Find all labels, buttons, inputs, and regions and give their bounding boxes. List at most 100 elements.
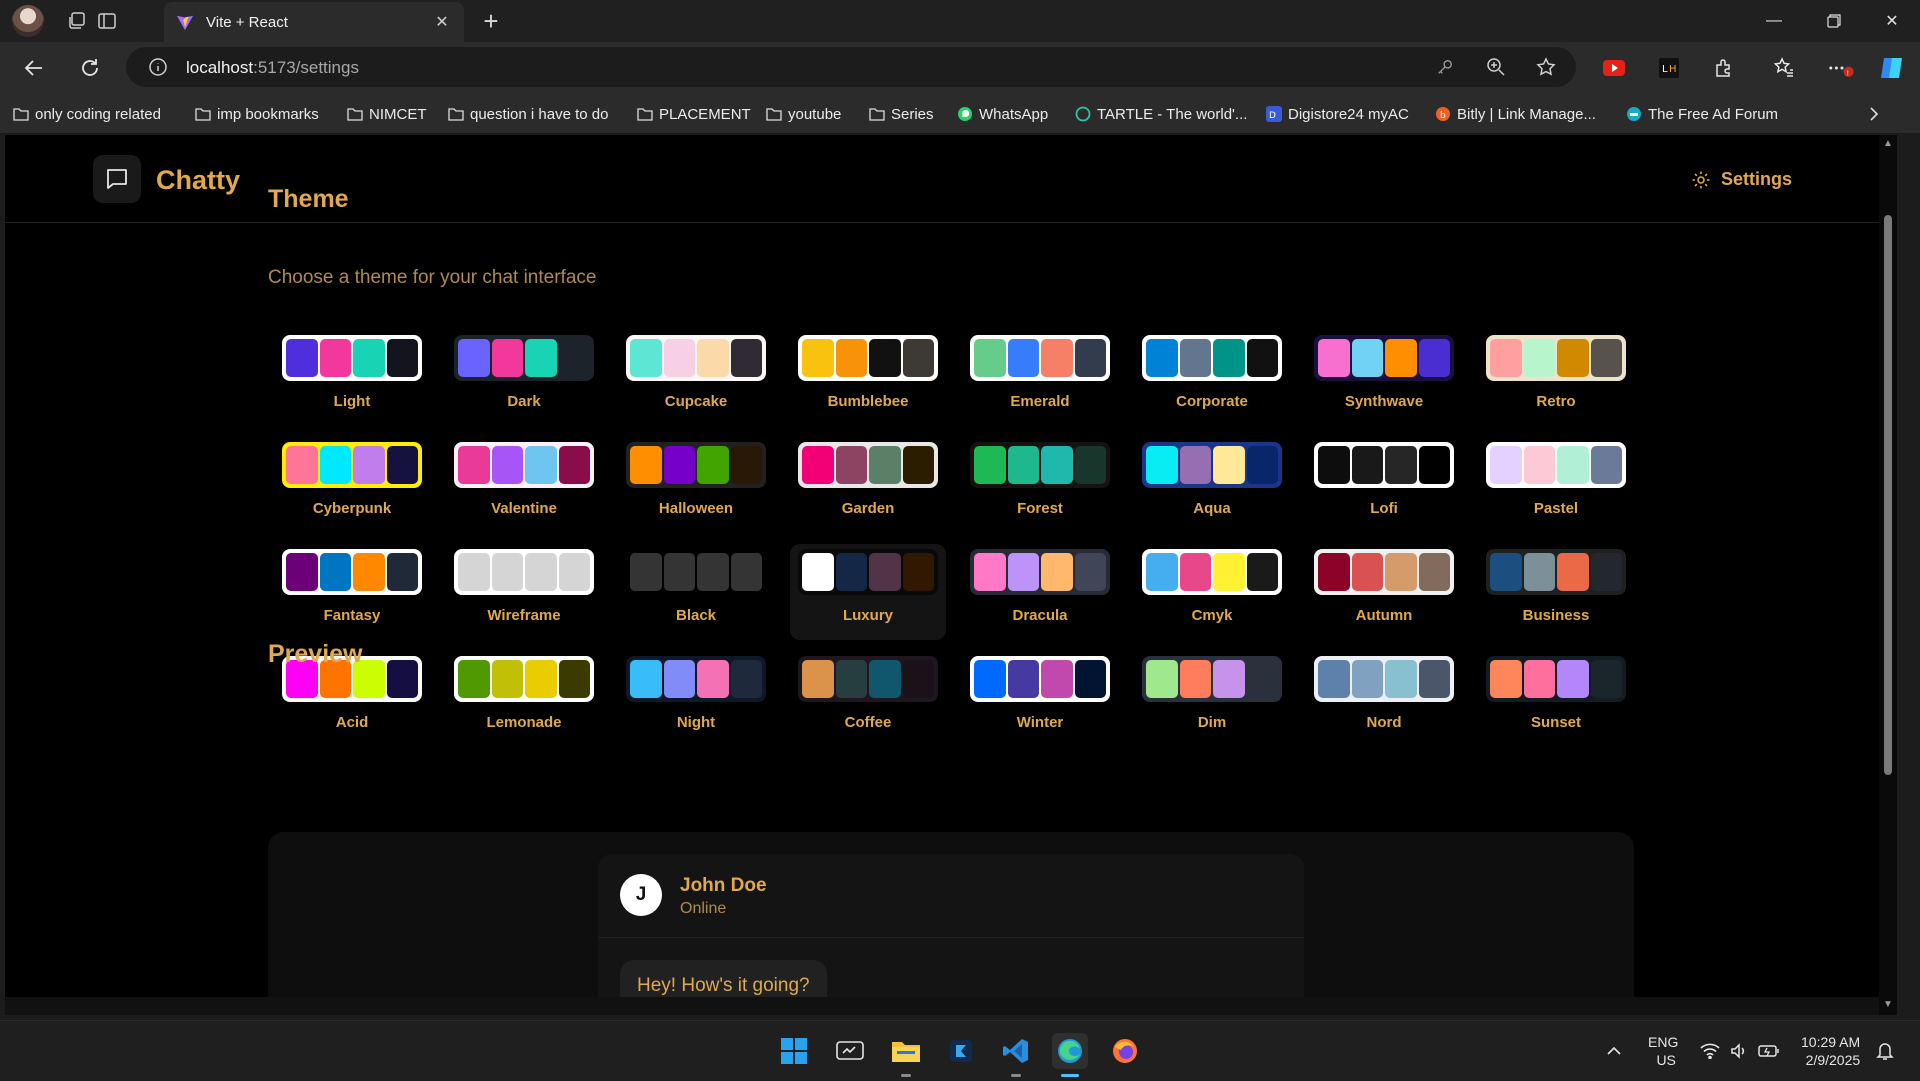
new-tab-button[interactable]: + <box>478 8 504 34</box>
bookmark-folder[interactable]: PLACEMENT <box>637 104 751 124</box>
volume-icon[interactable] <box>1730 1021 1748 1081</box>
firefox-icon[interactable] <box>1107 1033 1143 1069</box>
theme-option-autumn[interactable]: Autumn <box>1306 544 1462 640</box>
theme-option-emerald[interactable]: Emerald <box>962 330 1118 426</box>
back-button[interactable] <box>20 54 48 82</box>
theme-option-light[interactable]: Light <box>274 330 430 426</box>
bookmark-link[interactable]: b Bitly | Link Manage... <box>1435 104 1596 124</box>
close-tab-icon[interactable]: ✕ <box>432 12 452 32</box>
bookmark-folder[interactable]: imp bookmarks <box>195 104 319 124</box>
copilot-icon[interactable] <box>1878 54 1906 82</box>
bookmark-link[interactable]: The Free Ad Forum <box>1626 104 1778 124</box>
close-window-button[interactable]: ✕ <box>1864 0 1920 42</box>
scroll-thumb[interactable] <box>1884 215 1892 775</box>
zoom-icon[interactable] <box>1484 55 1508 79</box>
theme-name: Dracula <box>1012 607 1068 624</box>
edge-browser-icon[interactable] <box>1052 1033 1088 1077</box>
windows-start-icon[interactable] <box>776 1033 812 1069</box>
clock[interactable]: 10:29 AM 2/9/2025 <box>1801 1021 1860 1081</box>
color-chip <box>1385 446 1417 484</box>
language-indicator[interactable]: ENG US <box>1648 1021 1678 1081</box>
theme-option-dracula[interactable]: Dracula <box>962 544 1118 640</box>
color-chip <box>491 339 523 377</box>
theme-option-garden[interactable]: Garden <box>790 437 946 533</box>
theme-option-sunset[interactable]: Sunset <box>1478 651 1634 747</box>
browser-tab[interactable]: Vite + React ✕ <box>164 2 464 42</box>
region-code: US <box>1656 1052 1676 1068</box>
bookmark-folder[interactable]: only coding related <box>13 104 161 124</box>
theme-option-aqua[interactable]: Aqua <box>1134 437 1290 533</box>
bookmark-folder[interactable]: youtube <box>766 104 841 124</box>
restore-button[interactable] <box>1806 0 1862 42</box>
color-chip <box>353 339 385 377</box>
file-explorer-icon[interactable] <box>888 1033 924 1077</box>
bookmark-link[interactable]: WhatsApp <box>957 104 1048 124</box>
bookmark-folder[interactable]: Series <box>869 104 934 124</box>
chat-logo-icon[interactable] <box>93 155 141 203</box>
battery-icon[interactable] <box>1758 1021 1780 1081</box>
color-chip <box>386 339 418 377</box>
bookmark-folder[interactable]: question i have to do <box>448 104 608 124</box>
theme-option-lofi[interactable]: Lofi <box>1306 437 1462 533</box>
theme-option-valentine[interactable]: Valentine <box>446 437 602 533</box>
vscode-icon[interactable] <box>998 1033 1034 1077</box>
bookmark-link[interactable]: D Digistore24 myAC <box>1266 104 1409 124</box>
bookmark-link[interactable]: TARTLE - The world'... <box>1075 104 1247 124</box>
theme-option-synthwave[interactable]: Synthwave <box>1306 330 1462 426</box>
scroll-up-arrow[interactable]: ▲ <box>1883 139 1893 149</box>
refresh-button[interactable] <box>76 54 104 82</box>
theme-option-pastel[interactable]: Pastel <box>1478 437 1634 533</box>
extensions-puzzle-icon[interactable] <box>1710 54 1738 82</box>
tab-actions-icon[interactable] <box>95 9 119 33</box>
favorite-star-icon[interactable] <box>1534 55 1558 79</box>
theme-option-business[interactable]: Business <box>1478 544 1634 640</box>
theme-option-forest[interactable]: Forest <box>962 437 1118 533</box>
app-name[interactable]: Chatty <box>156 165 240 196</box>
theme-option-fantasy[interactable]: Fantasy <box>274 544 430 640</box>
password-key-icon[interactable] <box>1433 55 1457 79</box>
show-hidden-icons-chevron[interactable] <box>1606 1021 1622 1081</box>
theme-option-cmyk[interactable]: Cmyk <box>1134 544 1290 640</box>
vertical-scrollbar[interactable]: ▲ ▼ <box>1879 135 1897 1015</box>
notification-bell-icon[interactable] <box>1876 1021 1894 1081</box>
more-options-icon[interactable]: ! <box>1828 54 1856 82</box>
theme-option-night[interactable]: Night <box>618 651 774 747</box>
theme-option-bumblebee[interactable]: Bumblebee <box>790 330 946 426</box>
horizontal-scrollbar[interactable] <box>5 997 1879 1015</box>
theme-swatch <box>1314 656 1454 702</box>
theme-option-cupcake[interactable]: Cupcake <box>618 330 774 426</box>
settings-link[interactable]: Settings <box>1691 169 1792 190</box>
theme-option-cyberpunk[interactable]: Cyberpunk <box>274 437 430 533</box>
minimize-button[interactable]: — <box>1746 0 1802 42</box>
theme-option-lemonade[interactable]: Lemonade <box>446 651 602 747</box>
color-chip <box>491 660 523 698</box>
theme-option-nord[interactable]: Nord <box>1306 651 1462 747</box>
site-info-icon[interactable] <box>146 55 170 79</box>
widgets-icon[interactable] <box>832 1033 868 1069</box>
profile-avatar[interactable] <box>12 5 44 37</box>
wifi-icon[interactable] <box>1700 1021 1720 1081</box>
theme-option-luxury[interactable]: Luxury <box>790 544 946 640</box>
favorites-icon[interactable] <box>1770 54 1798 82</box>
theme-option-winter[interactable]: Winter <box>962 651 1118 747</box>
color-chip <box>1146 446 1178 484</box>
store-app-icon[interactable] <box>943 1033 979 1069</box>
theme-option-dark[interactable]: Dark <box>446 330 602 426</box>
youtube-extension-icon[interactable] <box>1600 54 1628 82</box>
chevron-right-icon[interactable] <box>1868 104 1886 124</box>
theme-option-corporate[interactable]: Corporate <box>1134 330 1290 426</box>
url-text[interactable]: localhost:5173/settings <box>186 58 359 78</box>
theme-option-wireframe[interactable]: Wireframe <box>446 544 602 640</box>
theme-option-dim[interactable]: Dim <box>1134 651 1290 747</box>
color-chip <box>319 339 351 377</box>
lighthouse-extension-icon[interactable]: LH <box>1655 54 1683 82</box>
workspaces-icon[interactable] <box>65 9 89 33</box>
theme-option-halloween[interactable]: Halloween <box>618 437 774 533</box>
theme-option-black[interactable]: Black <box>618 544 774 640</box>
theme-option-coffee[interactable]: Coffee <box>790 651 946 747</box>
bookmark-folder[interactable]: NIMCET <box>347 104 427 124</box>
scroll-down-arrow[interactable]: ▼ <box>1883 1000 1893 1010</box>
theme-name: Dim <box>1197 714 1227 731</box>
address-bar[interactable]: localhost:5173/settings <box>126 47 1576 87</box>
theme-option-retro[interactable]: Retro <box>1478 330 1634 426</box>
